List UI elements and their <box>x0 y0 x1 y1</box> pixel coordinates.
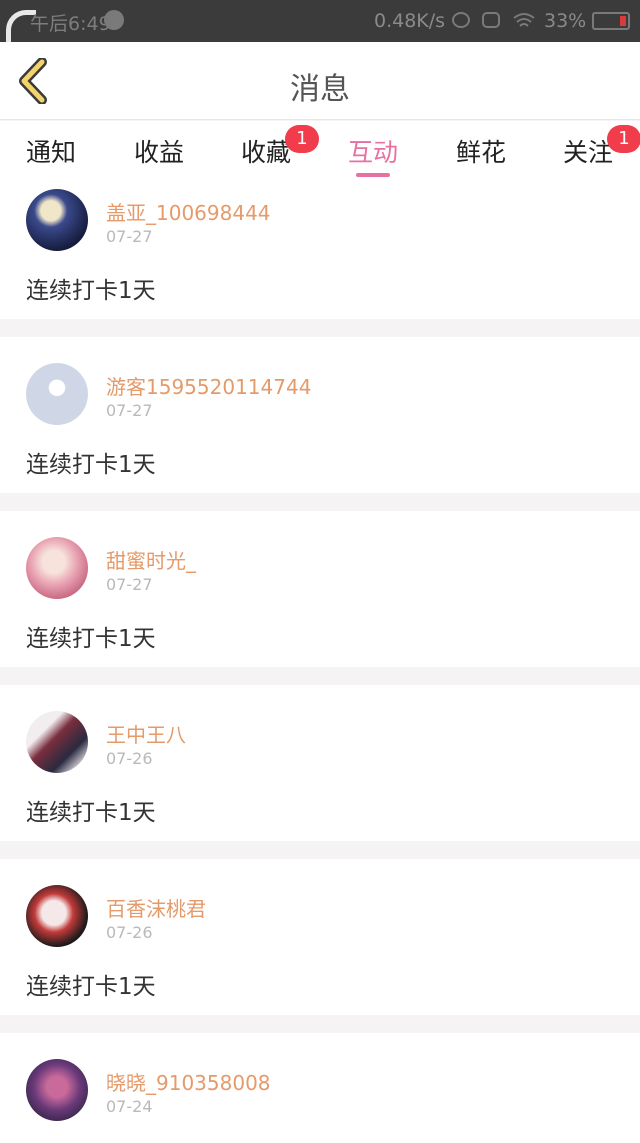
battery-icon <box>592 12 630 30</box>
user-name[interactable]: 盖亚_100698444 <box>106 197 271 226</box>
sim-icon <box>482 12 500 28</box>
unread-badge: 1 <box>607 125 640 153</box>
avatar[interactable] <box>26 363 88 425</box>
tab-label: 收藏 <box>241 138 292 167</box>
message-date: 07-24 <box>106 1097 153 1116</box>
tab-label: 互动 <box>348 138 399 167</box>
message-text: 连续打卡1天 <box>26 974 156 1000</box>
tab-bar: 通知 收益 收藏 1 互动 鲜花 关注 1 <box>0 121 640 179</box>
unread-badge: 1 <box>285 125 319 153</box>
header: 消息 <box>0 42 640 120</box>
status-bar: 午后6:49 0.48K/s 33% <box>0 0 640 44</box>
message-item[interactable]: 晓晓_910358008 07-24 <box>0 1033 640 1143</box>
message-date: 07-27 <box>106 575 153 594</box>
tab-label: 通知 <box>26 138 77 167</box>
tab-earnings[interactable]: 收益 <box>134 133 184 169</box>
message-text: 连续打卡1天 <box>26 626 156 652</box>
tab-follows[interactable]: 关注 1 <box>563 125 640 169</box>
tab-favorites[interactable]: 收藏 1 <box>241 125 319 169</box>
message-date: 07-27 <box>106 401 153 420</box>
avatar[interactable] <box>26 1059 88 1121</box>
user-name[interactable]: 王中王八 <box>106 719 186 748</box>
network-speed: 0.48K/s <box>374 10 446 32</box>
message-item[interactable]: 游客1595520114744 07-27 连续打卡1天 <box>0 337 640 493</box>
avatar[interactable] <box>26 189 88 251</box>
message-item[interactable]: 百香沫桃君 07-26 连续打卡1天 <box>0 859 640 1015</box>
message-date: 07-26 <box>106 749 153 768</box>
active-tab-indicator <box>356 173 390 177</box>
user-name[interactable]: 百香沫桃君 <box>106 893 206 922</box>
globe-icon <box>104 10 124 30</box>
battery-percent: 33% <box>544 10 587 32</box>
alarm-icon <box>452 12 470 28</box>
tab-label: 关注 <box>563 138 614 167</box>
page-title: 消息 <box>290 72 350 107</box>
user-name[interactable]: 游客1595520114744 <box>106 371 311 400</box>
message-item[interactable]: 甜蜜时光_ 07-27 连续打卡1天 <box>0 511 640 667</box>
tab-notifications[interactable]: 通知 <box>26 133 76 169</box>
user-name[interactable]: 晓晓_910358008 <box>106 1067 271 1096</box>
message-item[interactable]: 盖亚_100698444 07-27 连续打卡1天 <box>0 179 640 319</box>
avatar[interactable] <box>26 885 88 947</box>
message-item[interactable]: 王中王八 07-26 连续打卡1天 <box>0 685 640 841</box>
wifi-icon <box>512 12 535 28</box>
message-text: 连续打卡1天 <box>26 278 156 304</box>
tab-flowers[interactable]: 鲜花 <box>456 133 506 169</box>
avatar[interactable] <box>26 537 88 599</box>
message-text: 连续打卡1天 <box>26 800 156 826</box>
message-text: 连续打卡1天 <box>26 452 156 478</box>
avatar[interactable] <box>26 711 88 773</box>
message-date: 07-26 <box>106 923 153 942</box>
user-name[interactable]: 甜蜜时光_ <box>106 545 196 574</box>
tab-label: 收益 <box>134 138 185 167</box>
message-date: 07-27 <box>106 227 153 246</box>
tab-interactions[interactable]: 互动 <box>348 133 398 169</box>
tab-label: 鲜花 <box>456 138 507 167</box>
status-time: 午后6:49 <box>30 13 111 35</box>
